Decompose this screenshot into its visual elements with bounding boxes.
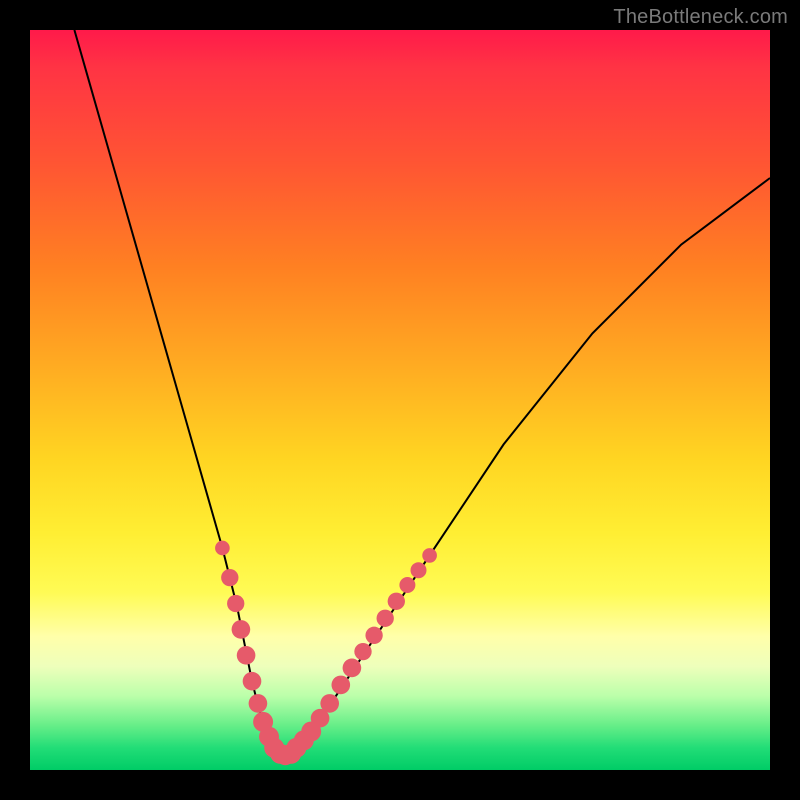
marker-dot [388, 593, 405, 610]
marker-dot [343, 659, 362, 678]
marker-dot [215, 541, 230, 556]
marker-dot [365, 627, 382, 644]
marker-dot [320, 694, 339, 713]
chart-overlay [30, 30, 770, 770]
marker-dot [227, 595, 244, 612]
marker-dot [411, 562, 427, 578]
bottleneck-curve [74, 30, 770, 755]
marker-dot [232, 620, 251, 639]
chart-frame: TheBottleneck.com [0, 0, 800, 800]
marker-dot [354, 643, 371, 660]
marker-dot [399, 577, 415, 593]
marker-dot [331, 676, 350, 695]
marker-dot [422, 548, 437, 563]
marker-dot [377, 610, 394, 627]
marker-dot [243, 672, 262, 691]
marker-dot [221, 569, 238, 586]
watermark-label: TheBottleneck.com [613, 6, 788, 29]
marker-dot [237, 646, 256, 665]
marker-group [215, 541, 437, 766]
marker-dot [249, 694, 268, 713]
